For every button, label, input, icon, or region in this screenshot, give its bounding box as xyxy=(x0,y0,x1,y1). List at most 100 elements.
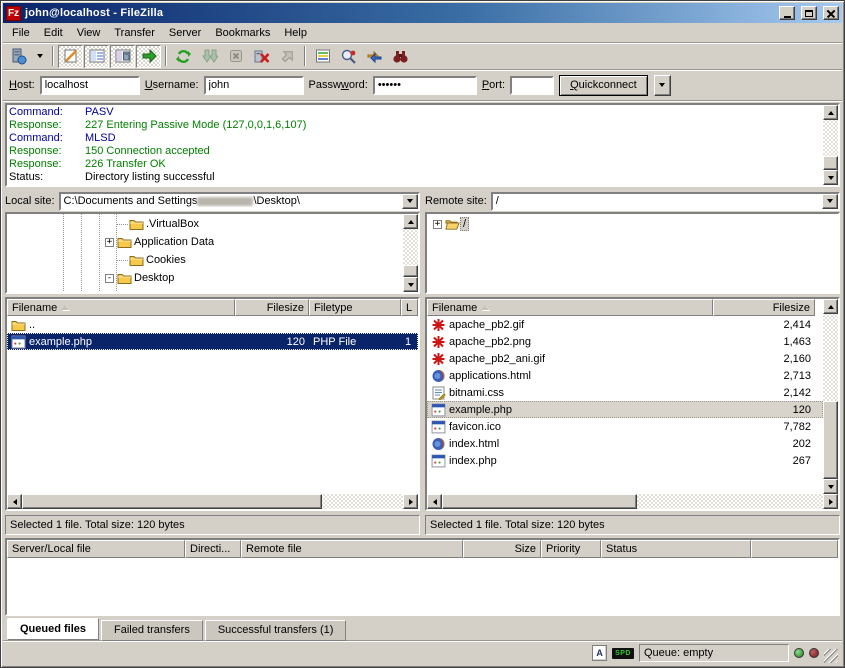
table-row[interactable]: apache_pb2.png 1,463 xyxy=(427,333,823,350)
tab-queued-files[interactable]: Queued files xyxy=(7,618,99,640)
menu-view[interactable]: View xyxy=(70,25,108,41)
username-input[interactable] xyxy=(204,76,304,95)
scroll-up-button[interactable] xyxy=(823,299,838,314)
remote-vertical-scrollbar[interactable] xyxy=(823,299,838,494)
scroll-thumb[interactable] xyxy=(403,265,418,277)
password-input[interactable] xyxy=(373,76,477,95)
toggle-remote-tree-button[interactable] xyxy=(110,45,135,68)
column-header-status[interactable]: Status xyxy=(601,540,751,558)
local-site-bar: Local site: C:\Documents and Settings\De… xyxy=(5,191,420,212)
tree-item-application-data[interactable]: + Application Data xyxy=(7,233,403,251)
disconnect-button[interactable] xyxy=(249,45,274,68)
menu-bookmarks[interactable]: Bookmarks xyxy=(208,25,277,41)
scroll-track xyxy=(823,120,838,156)
tree-item-cookies[interactable]: Cookies xyxy=(7,251,403,269)
maximize-button[interactable] xyxy=(801,6,817,20)
table-row-selected[interactable]: example.php 120 xyxy=(427,401,823,418)
refresh-button[interactable] xyxy=(171,45,196,68)
table-row-example-php[interactable]: example.php 120 PHP File 1 xyxy=(7,333,418,350)
column-header-lastmodified[interactable]: L xyxy=(401,299,418,316)
toggle-transfer-queue-button[interactable] xyxy=(136,45,161,68)
local-tree-vertical-scrollbar[interactable] xyxy=(403,214,418,292)
menu-help[interactable]: Help xyxy=(277,25,314,41)
directory-comparison-button[interactable] xyxy=(336,45,361,68)
column-header-filename[interactable]: Filename xyxy=(7,299,235,316)
scroll-down-button[interactable] xyxy=(403,277,418,292)
scroll-thumb[interactable] xyxy=(22,494,322,509)
synchronized-browsing-button[interactable] xyxy=(362,45,387,68)
tab-successful-transfers[interactable]: Successful transfers (1) xyxy=(205,620,347,641)
host-input[interactable] xyxy=(40,76,140,95)
menu-transfer[interactable]: Transfer xyxy=(107,25,162,41)
toggle-message-log-button[interactable] xyxy=(58,45,83,68)
log-label: Command: xyxy=(9,106,85,119)
collapse-icon[interactable]: - xyxy=(105,274,114,283)
column-header-priority[interactable]: Priority xyxy=(541,540,601,558)
scroll-down-button[interactable] xyxy=(823,479,838,494)
toggle-local-tree-button[interactable] xyxy=(84,45,109,68)
scroll-left-button[interactable] xyxy=(7,494,22,509)
table-row[interactable]: favicon.ico 7,782 xyxy=(427,418,823,435)
quickconnect-dropdown-button[interactable] xyxy=(654,75,671,96)
message-log-icon xyxy=(63,48,79,64)
local-site-combo[interactable]: C:\Documents and Settings\Desktop\ xyxy=(59,192,420,211)
cancel-button[interactable] xyxy=(223,45,248,68)
site-manager-dropdown-button[interactable] xyxy=(32,45,48,68)
remote-site-dropdown-button[interactable] xyxy=(822,194,838,209)
table-row[interactable]: index.html 202 xyxy=(427,435,823,452)
local-horizontal-scrollbar[interactable] xyxy=(7,494,418,509)
scroll-thumb[interactable] xyxy=(823,401,838,479)
menu-edit[interactable]: Edit xyxy=(37,25,70,41)
quickconnect-button[interactable]: Quickconnect xyxy=(559,75,648,96)
tree-item-root[interactable]: + / xyxy=(427,215,838,233)
scroll-thumb[interactable] xyxy=(442,494,637,509)
table-row[interactable]: index.php 267 xyxy=(427,452,823,469)
log-label: Response: xyxy=(9,145,85,158)
log-vertical-scrollbar[interactable] xyxy=(823,105,838,185)
column-header-server-local-file[interactable]: Server/Local file xyxy=(7,540,185,558)
tree-connector xyxy=(117,224,129,225)
scroll-thumb[interactable] xyxy=(823,156,838,170)
scroll-up-button[interactable] xyxy=(403,214,418,229)
scroll-right-button[interactable] xyxy=(823,494,838,509)
table-row[interactable]: apache_pb2_ani.gif 2,160 xyxy=(427,350,823,367)
tree-item-desktop[interactable]: - Desktop xyxy=(7,269,403,287)
password-label: Passwword: xyxy=(309,79,368,91)
column-header-filesize[interactable]: Filesize xyxy=(235,299,309,316)
reconnect-button[interactable] xyxy=(275,45,300,68)
tree-item-virtualbox[interactable]: .VirtualBox xyxy=(7,215,403,233)
site-manager-button[interactable] xyxy=(6,45,31,68)
close-button[interactable] xyxy=(823,6,839,20)
table-row[interactable]: applications.html 2,713 xyxy=(427,367,823,384)
menu-file[interactable]: File xyxy=(5,25,37,41)
process-queue-button[interactable] xyxy=(197,45,222,68)
local-site-dropdown-button[interactable] xyxy=(402,194,418,209)
column-header-direction[interactable]: Directi... xyxy=(185,540,241,558)
compare-icon xyxy=(340,48,357,65)
column-header-filesize[interactable]: Filesize xyxy=(713,299,815,316)
resize-grip[interactable] xyxy=(824,649,838,663)
transfer-type-indicator-icon[interactable]: A xyxy=(592,645,607,661)
table-row-updir[interactable]: .. xyxy=(7,316,418,333)
scroll-left-button[interactable] xyxy=(427,494,442,509)
remote-site-combo[interactable]: / xyxy=(491,192,840,211)
port-input[interactable] xyxy=(510,76,554,95)
speed-limit-icon[interactable]: SPD xyxy=(612,648,634,659)
column-header-remote-file[interactable]: Remote file xyxy=(241,540,463,558)
column-header-filetype[interactable]: Filetype xyxy=(309,299,401,316)
scroll-up-button[interactable] xyxy=(823,105,838,120)
expand-icon[interactable]: + xyxy=(105,238,114,247)
scroll-down-button[interactable] xyxy=(823,170,838,185)
column-header-filename[interactable]: Filename xyxy=(427,299,713,316)
tab-failed-transfers[interactable]: Failed transfers xyxy=(101,620,203,641)
table-row[interactable]: bitnami.css 2,142 xyxy=(427,384,823,401)
column-header-size[interactable]: Size xyxy=(463,540,541,558)
expand-icon[interactable]: + xyxy=(433,220,442,229)
minimize-button[interactable] xyxy=(779,6,795,20)
remote-horizontal-scrollbar[interactable] xyxy=(427,494,838,509)
table-row[interactable]: apache_pb2.gif 2,414 xyxy=(427,316,823,333)
find-files-button[interactable] xyxy=(388,45,413,68)
menu-server[interactable]: Server xyxy=(162,25,208,41)
scroll-right-button[interactable] xyxy=(403,494,418,509)
filter-button[interactable] xyxy=(310,45,335,68)
